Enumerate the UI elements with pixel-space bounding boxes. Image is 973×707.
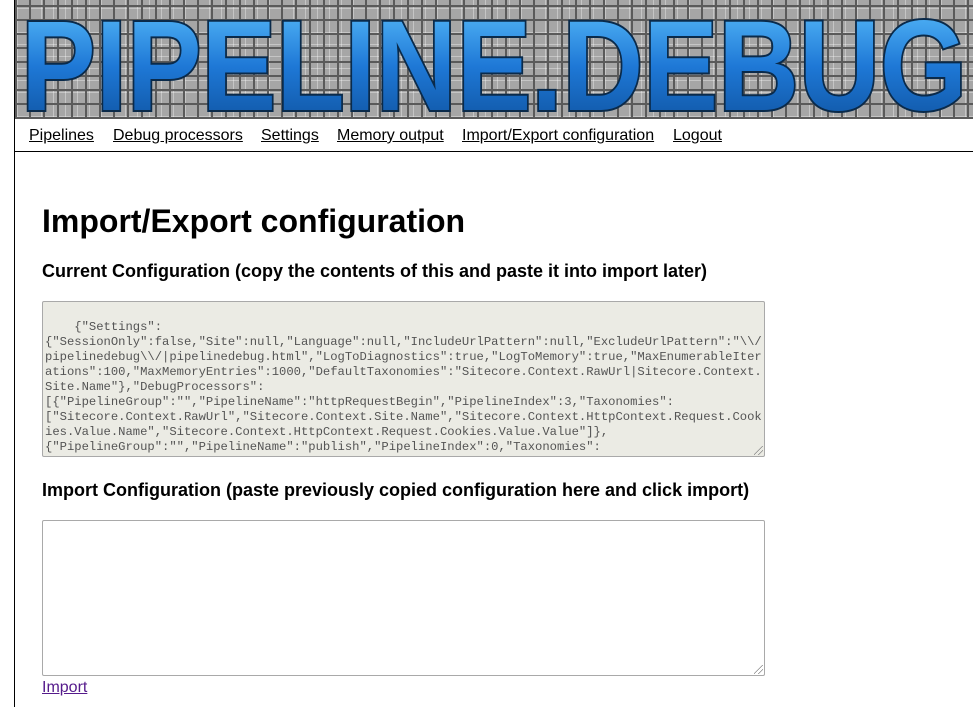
resize-grip-icon[interactable] (754, 665, 763, 674)
nav-logout[interactable]: Logout (673, 127, 722, 145)
current-config-heading: Current Configuration (copy the contents… (42, 261, 708, 281)
nav-settings[interactable]: Settings (261, 127, 319, 145)
nav-memory-output[interactable]: Memory output (337, 127, 444, 145)
banner-logo: PIPELINE.DEBUG (19, 0, 969, 119)
nav-pipelines[interactable]: Pipelines (29, 127, 94, 145)
nav-import-export[interactable]: Import/Export configuration (462, 127, 654, 145)
import-config-textarea[interactable] (42, 520, 765, 676)
banner: PIPELINE.DEBUG (15, 0, 973, 119)
page-frame: PIPELINE.DEBUG Pipelines Debug processor… (14, 0, 973, 707)
import-config-heading: Import Configuration (paste previously c… (42, 480, 750, 500)
page-title: Import/Export configuration (42, 203, 466, 239)
import-link[interactable]: Import (42, 679, 87, 697)
nav-debug-processors[interactable]: Debug processors (113, 127, 243, 145)
resize-grip-icon[interactable] (754, 446, 763, 455)
top-nav: Pipelines Debug processors Settings Memo… (15, 119, 973, 152)
banner-title: PIPELINE.DEBUG (21, 0, 967, 119)
current-config-text: {"Settings": {"SessionOnly":false,"Site"… (45, 320, 762, 456)
current-config-textarea[interactable]: {"Settings": {"SessionOnly":false,"Site"… (42, 301, 765, 457)
